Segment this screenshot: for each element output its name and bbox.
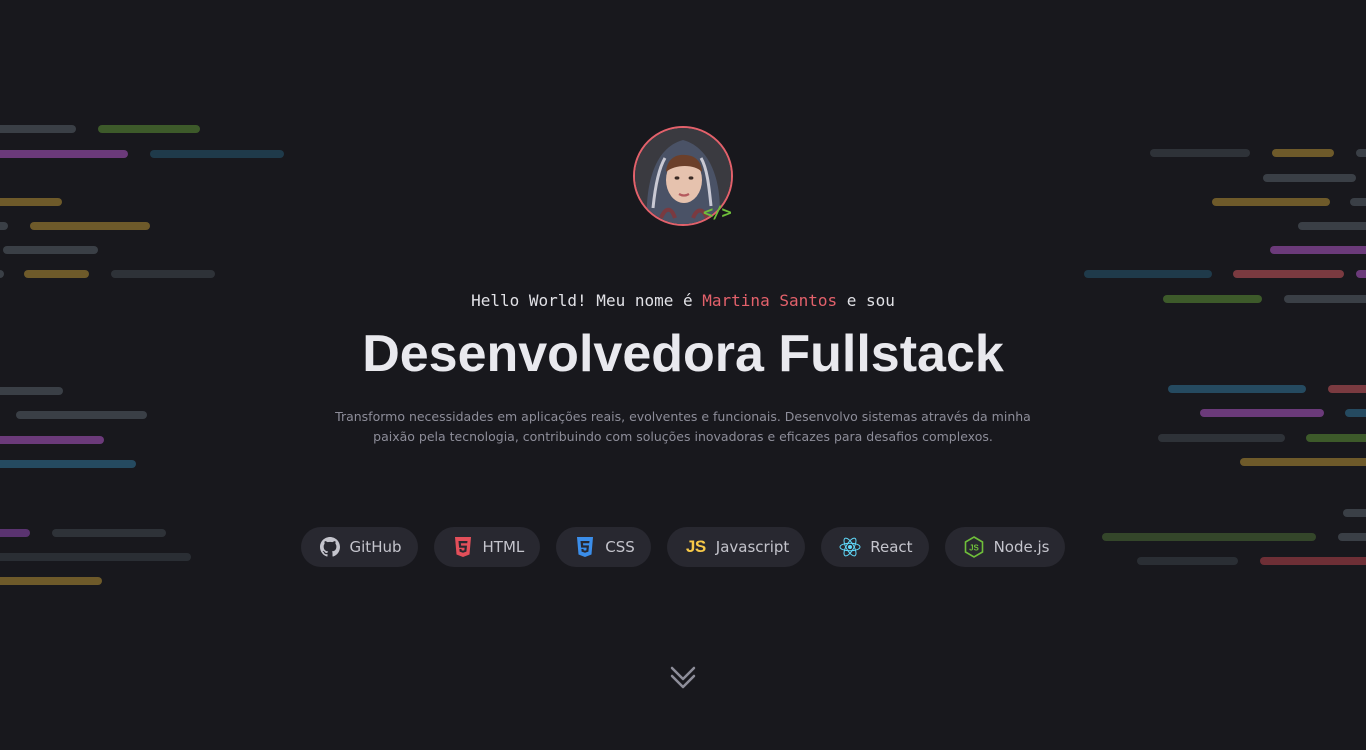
developer-name: Martina Santos [702,291,838,310]
code-icon: </> [703,203,732,223]
tech-chip-label: Javascript [715,538,790,556]
nodejs-icon: JS [963,536,985,558]
tech-chip-nodejs[interactable]: JS Node.js [944,527,1066,567]
css3-icon [574,536,596,558]
tech-chip-html[interactable]: HTML [433,527,541,567]
tech-chip-label: GitHub [349,538,402,556]
github-icon [319,536,341,558]
html5-icon [452,536,474,558]
tech-stack-list: GitHub HTML CSS JS Javascript React JS N… [0,527,1366,567]
tech-chip-label: HTML [482,538,525,556]
tech-chip-javascript[interactable]: JS Javascript [666,527,806,567]
react-icon [839,536,861,558]
greeting-line: Hello World! Meu nome é Martina Santos e… [0,290,1366,312]
hero-section: </> Hello World! Meu nome é Martina Sant… [0,0,1366,750]
chevrons-down-icon[interactable] [669,664,697,692]
hero-description: Transformo necessidades em aplicações re… [335,409,1031,444]
tech-chip-css[interactable]: CSS [556,527,651,567]
tech-chip-label: CSS [605,538,635,556]
greeting-suffix: e sou [837,291,895,310]
tech-chip-github[interactable]: GitHub [300,527,418,567]
svg-text:JS: JS [969,544,979,553]
greeting-prefix: Hello World! Meu nome é [471,291,703,310]
profile-avatar-wrapper: </> [633,126,733,226]
javascript-icon: JS [685,537,706,556]
tech-chip-label: React [870,538,913,556]
page-title: Desenvolvedora Fullstack [362,325,1004,383]
tech-chip-label: Node.js [993,538,1050,556]
tech-chip-react[interactable]: React [821,527,929,567]
